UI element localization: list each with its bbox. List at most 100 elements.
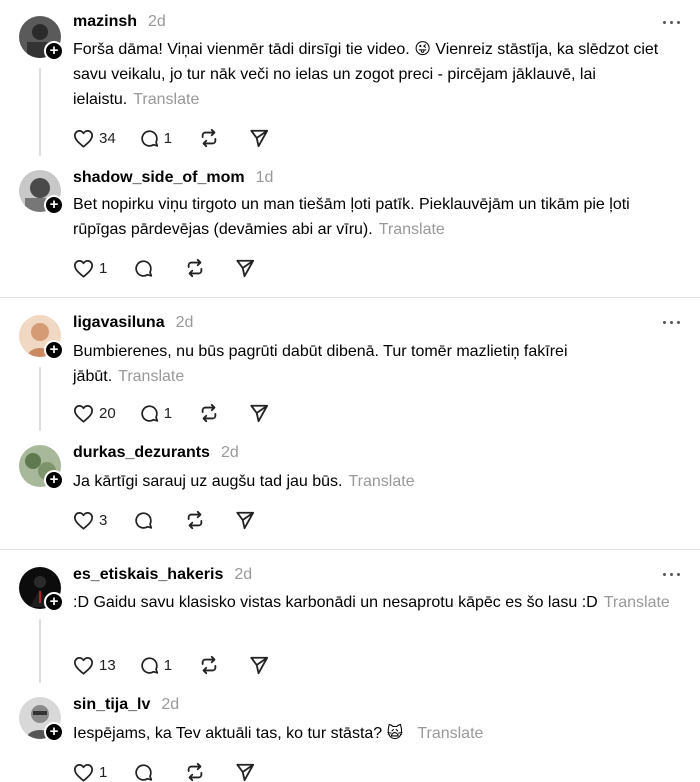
follow-plus-icon[interactable]: + (44, 195, 64, 215)
repost-button[interactable] (185, 762, 205, 782)
send-icon (250, 656, 269, 675)
timestamp[interactable]: 2d (176, 314, 194, 332)
repost-button[interactable] (199, 128, 219, 148)
post-body: Ja kārtīgi sarauj uz augšu tad jau būs. (73, 473, 343, 490)
share-button[interactable] (249, 403, 269, 423)
heart-icon (74, 763, 93, 782)
thread-divider (0, 297, 700, 298)
avatar[interactable]: + (19, 445, 64, 490)
translate-link[interactable]: Translate (118, 368, 184, 385)
reply-count: 1 (163, 129, 173, 147)
like-count: 1 (99, 259, 108, 277)
share-button[interactable] (235, 510, 255, 530)
translate-link[interactable]: Translate (349, 473, 415, 490)
reply-bubble-icon (135, 259, 153, 277)
send-icon (250, 404, 269, 423)
username[interactable]: es_etiskais_hakeris (73, 566, 223, 584)
timestamp[interactable]: 1d (256, 169, 274, 187)
post-body: Iespējams, ka Tev aktuāli tas, ko tur st… (73, 725, 404, 742)
more-options-icon[interactable] (663, 321, 681, 327)
repost-button[interactable] (185, 258, 205, 278)
post-text: Forša dāma! Viņai vienmēr tādi dirsīgi t… (73, 37, 673, 112)
share-button[interactable] (249, 128, 269, 148)
like-button[interactable]: 34 (73, 129, 116, 148)
thread-line (39, 367, 41, 431)
like-count: 3 (99, 511, 108, 529)
like-button[interactable]: 3 (73, 511, 107, 530)
username[interactable]: durkas_dezurants (73, 444, 210, 462)
post-body: :D Gaidu savu klasisko vistas karbonādi … (73, 594, 598, 611)
thread-line (39, 619, 41, 683)
reply-bubble-icon (135, 511, 153, 529)
like-count: 20 (99, 404, 116, 422)
reply-button[interactable]: 1 (140, 656, 172, 675)
heart-icon (74, 656, 93, 675)
timestamp[interactable]: 2d (148, 13, 166, 31)
repost-button[interactable] (199, 403, 219, 423)
post-text: Bet nopirku viņu tirgoto un man tiešām ļ… (73, 192, 673, 242)
avatar[interactable]: + (19, 697, 64, 742)
heart-icon (74, 129, 93, 148)
thread-divider (0, 549, 700, 550)
heart-icon (74, 511, 93, 530)
avatar[interactable]: + (19, 315, 64, 360)
repost-button[interactable] (185, 510, 205, 530)
avatar[interactable]: + (19, 170, 64, 215)
reply-button[interactable] (134, 511, 158, 530)
like-count: 13 (99, 656, 116, 674)
more-options-icon[interactable] (663, 573, 681, 579)
follow-plus-icon[interactable]: + (44, 340, 64, 360)
username[interactable]: sin_tija_lv (73, 696, 150, 714)
reply-bubble-icon (141, 404, 158, 422)
share-button[interactable] (249, 655, 269, 675)
heart-icon (74, 404, 93, 423)
reply-bubble-icon (141, 129, 158, 147)
translate-link[interactable]: Translate (379, 221, 445, 238)
share-button[interactable] (235, 762, 255, 782)
repost-icon (201, 655, 217, 675)
reply-button[interactable] (134, 763, 158, 782)
repost-icon (188, 762, 203, 782)
reply-button[interactable] (134, 259, 158, 278)
heart-icon (74, 259, 93, 278)
send-icon (236, 763, 255, 782)
like-button[interactable]: 1 (73, 763, 107, 782)
reply-button[interactable]: 1 (140, 129, 172, 148)
timestamp[interactable]: 2d (161, 696, 179, 714)
translate-link[interactable]: Translate (604, 594, 670, 611)
reply-bubble-icon (135, 763, 153, 781)
username[interactable]: shadow_side_of_mom (73, 169, 245, 187)
avatar[interactable]: + (19, 567, 64, 612)
username[interactable]: mazinsh (73, 13, 137, 31)
like-button[interactable]: 13 (73, 656, 116, 675)
more-options-icon[interactable] (663, 21, 681, 27)
share-button[interactable] (235, 258, 255, 278)
thread-line (39, 68, 41, 156)
post-text: Iespējams, ka Tev aktuāli tas, ko tur st… (73, 721, 673, 746)
translate-link[interactable]: Translate (133, 91, 199, 108)
post-text: :D Gaidu savu klasisko vistas karbonādi … (73, 590, 673, 615)
follow-plus-icon[interactable]: + (44, 592, 64, 612)
follow-plus-icon[interactable]: + (44, 41, 64, 61)
follow-plus-icon[interactable]: + (44, 722, 64, 742)
repost-icon (201, 128, 217, 148)
send-icon (236, 259, 255, 278)
timestamp[interactable]: 2d (234, 566, 252, 584)
like-count: 1 (99, 763, 108, 781)
repost-icon (188, 510, 203, 530)
send-icon (250, 129, 269, 148)
username[interactable]: ligavasiluna (73, 314, 165, 332)
like-button[interactable]: 20 (73, 404, 116, 423)
like-button[interactable]: 1 (73, 259, 107, 278)
timestamp[interactable]: 2d (221, 444, 239, 462)
send-icon (236, 511, 255, 530)
translate-link[interactable]: Translate (417, 725, 483, 742)
post-body: Bet nopirku viņu tirgoto un man tiešām ļ… (73, 196, 630, 238)
reply-button[interactable]: 1 (140, 404, 172, 423)
like-count: 34 (99, 129, 116, 147)
follow-plus-icon[interactable]: + (44, 470, 64, 490)
repost-button[interactable] (199, 655, 219, 675)
reply-count: 1 (163, 656, 173, 674)
avatar[interactable]: + (19, 16, 64, 61)
repost-icon (201, 403, 217, 423)
